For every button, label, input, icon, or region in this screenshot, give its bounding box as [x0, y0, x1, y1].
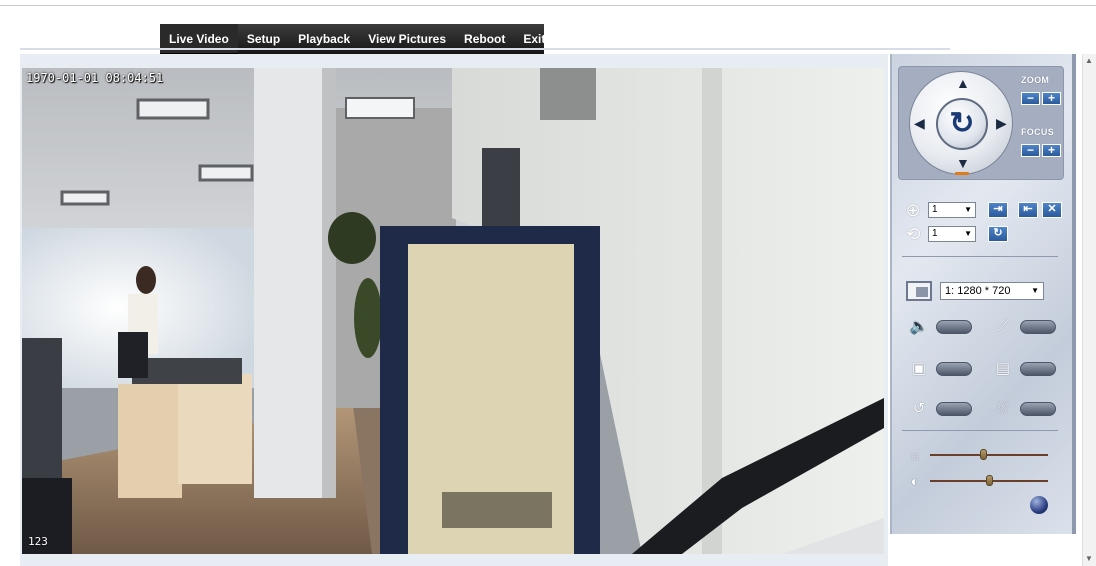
resolution-row: 1: 1280 * 720 ▼ [906, 280, 1044, 302]
resolution-select[interactable]: 1: 1280 * 720 ▼ [940, 282, 1044, 300]
panel-divider [902, 256, 1058, 257]
audio-control: 🔈 [908, 318, 972, 336]
ptz-down-indicator [955, 172, 969, 175]
record-button[interactable] [1020, 362, 1056, 376]
brightness-icon: ☼ [908, 447, 922, 463]
chevron-down-icon: ▼ [964, 205, 972, 214]
zoom-label: ZOOM [1021, 75, 1050, 85]
contrast-slider[interactable] [930, 475, 1048, 486]
contrast-row: ◐ [906, 472, 1048, 490]
ptz-control: ▲ ▼ ◀ ▶ ↻ ZOOM − + FOCUS − + [898, 66, 1064, 180]
cruise-icon: ⟲ [905, 224, 921, 244]
ptz-joystick[interactable]: ▲ ▼ ◀ ▶ ↻ [909, 71, 1013, 175]
flip-toggle-button[interactable] [936, 402, 972, 416]
microphone-icon: ⟋ [997, 318, 1009, 335]
resolution-value: 1: 1280 * 720 [945, 285, 1011, 297]
set-preset-button[interactable]: ⇤ [1018, 202, 1038, 218]
talk-toggle-button[interactable] [1020, 320, 1056, 334]
resolution-icon [906, 281, 932, 301]
start-cruise-button[interactable]: ↻ [988, 226, 1008, 242]
rotate-icon: ↻ [949, 107, 975, 140]
clear-preset-button[interactable]: ✕ [1042, 202, 1062, 218]
preset-select[interactable]: 1 ▼ [928, 202, 976, 218]
channel-label: 123 [28, 535, 48, 548]
ptz-down-arrow-icon[interactable]: ▼ [956, 156, 970, 170]
page-scrollbar[interactable]: ▲ ▼ [1082, 54, 1096, 566]
preset-select-value: 1 [932, 204, 938, 215]
scroll-down-arrow-icon[interactable]: ▼ [1085, 554, 1093, 563]
focus-label: FOCUS [1021, 127, 1054, 137]
ptz-right-arrow-icon[interactable]: ▶ [996, 116, 1007, 130]
cruise-row: ⟲ 1 ▼ ↻ [902, 224, 1008, 244]
reset-defaults-button[interactable] [1030, 496, 1048, 514]
brightness-row: ☼ [906, 446, 1048, 464]
video-timestamp: 1970-01-01 08:04:51 [26, 71, 164, 85]
zoom-in-button[interactable]: + [1042, 92, 1061, 105]
mirror-toggle-button[interactable] [1020, 402, 1056, 416]
live-video-feed[interactable]: 1970-01-01 08:04:51 123 [22, 68, 884, 554]
flip-icon: ↺ [912, 400, 926, 417]
zoom-out-button[interactable]: − [1021, 92, 1040, 105]
top-border [0, 0, 1096, 6]
camera-scene-image [22, 68, 884, 554]
mirror-icon: ⛆ [996, 400, 1009, 417]
audio-toggle-button[interactable] [936, 320, 972, 334]
control-panel: ▲ ▼ ◀ ▶ ↻ ZOOM − + FOCUS − + ⊕ 1 ▼ ⇥ ⇤ ✕… [890, 54, 1076, 534]
chevron-down-icon: ▼ [1031, 286, 1039, 295]
brightness-slider-knob[interactable] [979, 449, 987, 460]
preset-icon: ⊕ [905, 200, 921, 220]
ptz-left-arrow-icon[interactable]: ◀ [914, 116, 925, 130]
nav-underline [20, 48, 950, 50]
scroll-up-arrow-icon[interactable]: ▲ [1085, 56, 1093, 65]
mirror-control: ⛆ [992, 400, 1056, 418]
ptz-auto-button[interactable]: ↻ [936, 98, 988, 150]
contrast-icon: ◐ [910, 473, 920, 489]
record-control: ▤ [992, 360, 1056, 378]
camera-icon: ▣ [911, 360, 927, 377]
snapshot-button[interactable] [936, 362, 972, 376]
focus-near-button[interactable]: − [1021, 144, 1040, 157]
panel-divider [902, 430, 1058, 431]
goto-preset-button[interactable]: ⇥ [988, 202, 1008, 218]
flip-control: ↺ [908, 400, 972, 418]
snapshot-control: ▣ [908, 360, 972, 378]
cruise-select-value: 1 [932, 228, 938, 239]
focus-far-button[interactable]: + [1042, 144, 1061, 157]
preset-row: ⊕ 1 ▼ ⇥ ⇤ ✕ [902, 200, 1062, 220]
cruise-select[interactable]: 1 ▼ [928, 226, 976, 242]
talk-control: ⟋ [992, 318, 1056, 336]
chevron-down-icon: ▼ [964, 229, 972, 238]
speaker-icon: 🔈 [909, 318, 929, 335]
record-icon: ▤ [995, 360, 1011, 377]
ptz-up-arrow-icon[interactable]: ▲ [956, 76, 970, 90]
brightness-slider[interactable] [930, 449, 1048, 460]
contrast-slider-knob[interactable] [985, 475, 993, 486]
